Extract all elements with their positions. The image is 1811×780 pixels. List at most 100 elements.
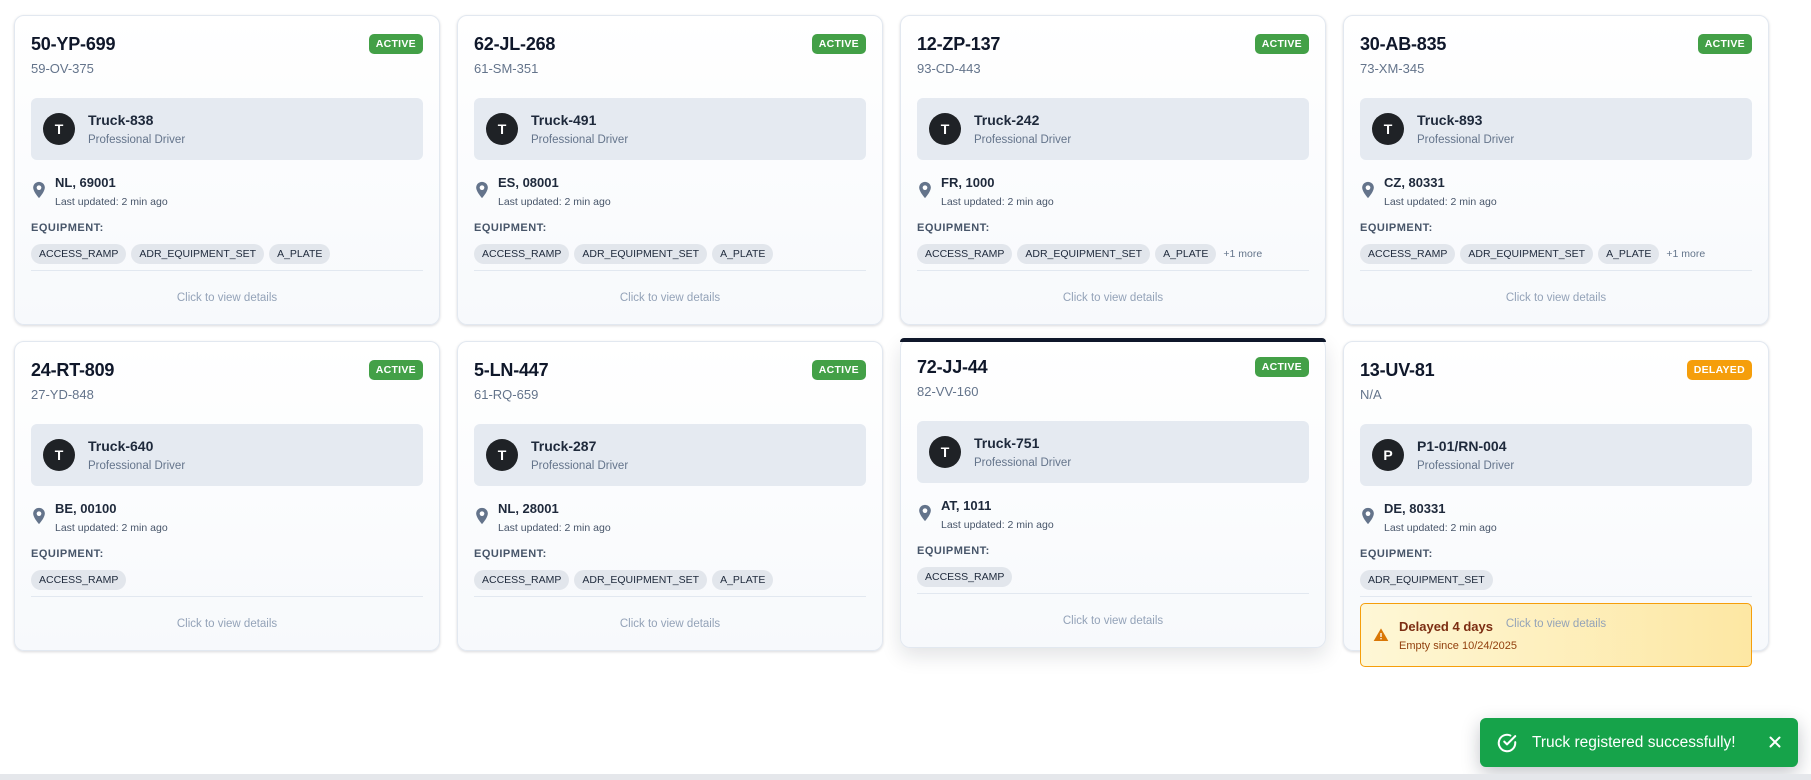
view-details-link[interactable]: Click to view details <box>474 596 866 650</box>
location: BE, 00100 Last updated: 2 min ago <box>31 501 423 535</box>
equipment-tag: ACCESS_RAMP <box>31 244 127 264</box>
driver-name: Truck-751 <box>974 435 1040 451</box>
truck-grid: 50-YP-699 59-OV-375 ACTIVE T Truck-838 Profes… <box>14 15 1770 667</box>
view-details-link[interactable]: Click to view details <box>1360 270 1752 324</box>
truck-plate: 62-JL-268 <box>474 34 556 54</box>
status-badge: ACTIVE <box>811 34 866 54</box>
trailer-plate: 93-CD-443 <box>917 61 981 76</box>
equipment-label: EQUIPMENT: <box>1360 222 1433 234</box>
driver-info: T Truck-838 Professional Driver <box>31 98 423 160</box>
check-circle-icon <box>1497 733 1517 752</box>
location-pin-icon <box>33 507 45 525</box>
status-badge: ACTIVE <box>368 360 423 380</box>
location-pin-icon <box>33 181 45 199</box>
status-badge: ACTIVE <box>368 34 423 54</box>
view-details-link[interactable]: Click to view details <box>917 593 1309 647</box>
driver-info: T Truck-242 Professional Driver <box>917 98 1309 160</box>
location-pin-icon <box>476 507 488 525</box>
location-pin-icon <box>919 504 931 522</box>
equipment-tag: ADR_EQUIPMENT_SET <box>1460 244 1594 264</box>
equipment-tag: ACCESS_RAMP <box>474 570 570 590</box>
location-text: ES, 08001 <box>498 175 559 190</box>
location: NL, 28001 Last updated: 2 min ago <box>474 501 866 535</box>
equipment-list: ACCESS_RAMP ADR_EQUIPMENT_SET A_PLATE <box>474 570 866 590</box>
view-details-link[interactable]: Click to view details <box>474 270 866 324</box>
equipment-list: ACCESS_RAMP ADR_EQUIPMENT_SET A_PLATE <box>474 244 866 264</box>
card-header: 24-RT-809 27-YD-848 ACTIVE <box>31 360 423 418</box>
equipment-label: EQUIPMENT: <box>917 545 990 557</box>
status-badge: ACTIVE <box>1697 34 1752 54</box>
driver-role: Professional Driver <box>1417 134 1515 146</box>
last-updated: Last updated: 2 min ago <box>1384 196 1497 208</box>
truck-card[interactable]: 24-RT-809 27-YD-848 ACTIVE T Truck-640 Profes… <box>14 341 440 651</box>
avatar: P <box>1372 439 1404 471</box>
truck-card[interactable]: 72-JJ-44 82-VV-160 ACTIVE T Truck-751 Profess… <box>900 338 1326 648</box>
equipment-tag: ACCESS_RAMP <box>474 244 570 264</box>
view-details-link[interactable]: Click to view details <box>31 270 423 324</box>
truck-plate: 30-AB-835 <box>1360 34 1447 54</box>
equipment-label: EQUIPMENT: <box>1360 548 1433 560</box>
location-text: BE, 00100 <box>55 501 117 516</box>
status-badge: ACTIVE <box>811 360 866 380</box>
trailer-plate: 73-XM-345 <box>1360 61 1425 76</box>
trailer-plate: 59-OV-375 <box>31 61 94 76</box>
equipment-list: ADR_EQUIPMENT_SET <box>1360 570 1752 590</box>
view-details-link[interactable]: Click to view details <box>917 270 1309 324</box>
truck-card[interactable]: 30-AB-835 73-XM-345 ACTIVE T Truck-893 Profes… <box>1343 15 1769 325</box>
equipment-list: ACCESS_RAMP <box>31 570 423 590</box>
location-text: DE, 80331 <box>1384 501 1446 516</box>
equipment-tag: ADR_EQUIPMENT_SET <box>574 244 708 264</box>
status-badge: ACTIVE <box>1254 357 1309 377</box>
close-icon[interactable] <box>1766 733 1784 751</box>
equipment-tag: ACCESS_RAMP <box>31 570 127 590</box>
equipment-list: ACCESS_RAMP <box>917 567 1309 587</box>
equipment-tag: ADR_EQUIPMENT_SET <box>1360 570 1493 590</box>
truck-plate: 5-LN-447 <box>474 360 549 380</box>
more-equipment: +1 more <box>1666 248 1706 260</box>
toast-message: Truck registered successfully! <box>1532 733 1736 751</box>
truck-card[interactable]: 50-YP-699 59-OV-375 ACTIVE T Truck-838 Profes… <box>14 15 440 325</box>
last-updated: Last updated: 2 min ago <box>941 519 1054 531</box>
last-updated: Last updated: 2 min ago <box>498 522 611 534</box>
location-text: CZ, 80331 <box>1384 175 1445 190</box>
driver-role: Professional Driver <box>88 134 186 146</box>
truck-plate: 24-RT-809 <box>31 360 115 380</box>
view-details-link[interactable]: Click to view details <box>1360 596 1752 650</box>
equipment-tag: ADR_EQUIPMENT_SET <box>131 244 265 264</box>
last-updated: Last updated: 2 min ago <box>1384 522 1497 534</box>
driver-role: Professional Driver <box>531 134 629 146</box>
view-details-link[interactable]: Click to view details <box>31 596 423 650</box>
trailer-plate: N/A <box>1360 387 1382 402</box>
last-updated: Last updated: 2 min ago <box>941 196 1054 208</box>
equipment-label: EQUIPMENT: <box>474 548 547 560</box>
avatar: T <box>43 113 75 145</box>
trailer-plate: 61-SM-351 <box>474 61 539 76</box>
driver-name: Truck-893 <box>1417 112 1483 128</box>
truck-card[interactable]: 62-JL-268 61-SM-351 ACTIVE T Truck-491 Profes… <box>457 15 883 325</box>
location-text: NL, 28001 <box>498 501 559 516</box>
equipment-label: EQUIPMENT: <box>31 548 104 560</box>
avatar: T <box>486 113 518 145</box>
truck-plate: 72-JJ-44 <box>917 357 988 377</box>
equipment-list: ACCESS_RAMP ADR_EQUIPMENT_SET A_PLATE <box>31 244 423 264</box>
last-updated: Last updated: 2 min ago <box>498 196 611 208</box>
last-updated: Last updated: 2 min ago <box>55 196 168 208</box>
equipment-list: ACCESS_RAMP ADR_EQUIPMENT_SET A_PLATE +1 mo… <box>1360 244 1752 264</box>
location-pin-icon <box>919 181 931 199</box>
driver-name: Truck-242 <box>974 112 1040 128</box>
horizontal-scrollbar[interactable] <box>0 774 1811 780</box>
equipment-tag: A_PLATE <box>1598 244 1660 264</box>
truck-card[interactable]: 5-LN-447 61-RQ-659 ACTIVE T Truck-287 Profess… <box>457 341 883 651</box>
avatar: T <box>486 439 518 471</box>
avatar: T <box>43 439 75 471</box>
location-pin-icon <box>476 181 488 199</box>
equipment-label: EQUIPMENT: <box>31 222 104 234</box>
driver-name: Truck-287 <box>531 438 597 454</box>
location: FR, 1000 Last updated: 2 min ago <box>917 175 1309 209</box>
status-badge: DELAYED <box>1686 360 1752 380</box>
location: DE, 80331 Last updated: 2 min ago <box>1360 501 1752 535</box>
card-header: 13-UV-81 N/A DELAYED <box>1360 360 1752 418</box>
truck-card[interactable]: 13-UV-81 N/A DELAYED P P1-01/RN-004 Professio… <box>1343 341 1769 667</box>
driver-name: Truck-491 <box>531 112 597 128</box>
truck-card[interactable]: 12-ZP-137 93-CD-443 ACTIVE T Truck-242 Profes… <box>900 15 1326 325</box>
